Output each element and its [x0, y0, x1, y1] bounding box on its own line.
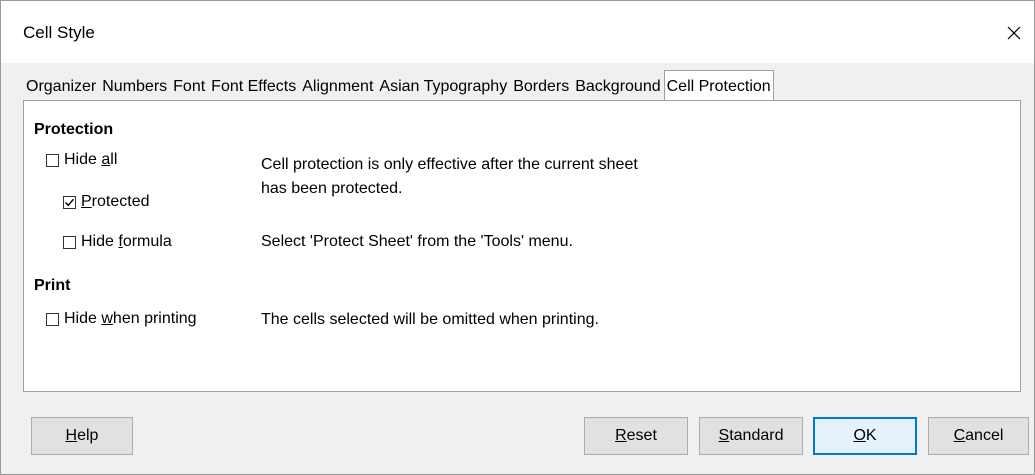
tab-cell-protection[interactable]: Cell Protection [663, 70, 774, 100]
cell-style-dialog: Cell Style Organizer Numbers Font Font E… [0, 0, 1035, 475]
hide-formula-checkbox[interactable]: Hide formula [63, 233, 172, 251]
tab-font[interactable]: Font [170, 72, 208, 100]
tools-note: Select 'Protect Sheet' from the 'Tools' … [261, 233, 573, 250]
cancel-label: Cancel [953, 427, 1004, 444]
protection-note: Cell protection is only effective after … [261, 153, 638, 201]
protected-checkbox[interactable]: Protected [63, 193, 149, 211]
standard-label: Standard [718, 427, 784, 444]
protection-note-line1: Cell protection is only effective after … [261, 156, 638, 173]
cancel-button[interactable]: Cancel [928, 417, 1029, 455]
tab-alignment[interactable]: Alignment [299, 72, 376, 100]
print-note: The cells selected will be omitted when … [261, 311, 599, 328]
protection-heading: Protection [34, 121, 114, 138]
tab-bar: Organizer Numbers Font Font Effects Alig… [23, 70, 774, 100]
hide-all-box[interactable] [46, 153, 59, 167]
tab-numbers[interactable]: Numbers [99, 72, 170, 100]
title-bar: Cell Style [1, 1, 1034, 63]
hide-formula-box[interactable] [63, 235, 76, 249]
protected-box[interactable] [63, 195, 76, 209]
hide-formula-label: Hide formula [81, 233, 172, 250]
hide-all-label: Hide all [64, 151, 118, 168]
hide-when-printing-box[interactable] [46, 312, 59, 326]
tab-borders[interactable]: Borders [510, 72, 572, 100]
hide-when-printing-label: Hide when printing [64, 310, 197, 327]
close-button[interactable] [994, 15, 1034, 51]
protected-label: Protected [81, 193, 150, 210]
print-heading: Print [34, 277, 71, 294]
checkmark-icon [65, 198, 75, 206]
hide-when-printing-checkbox[interactable]: Hide when printing [46, 310, 197, 328]
hide-all-checkbox[interactable]: Hide all [46, 151, 117, 169]
protection-note-line2: has been protected. [261, 180, 403, 197]
tab-asian-typography[interactable]: Asian Typography [376, 72, 510, 100]
tab-background[interactable]: Background [572, 72, 663, 100]
help-button[interactable]: Help [31, 417, 133, 455]
cell-protection-panel: Protection Hide all Protected Hide formu… [23, 100, 1021, 392]
tab-organizer[interactable]: Organizer [23, 72, 99, 100]
close-icon [1007, 26, 1021, 40]
ok-label: OK [853, 427, 877, 444]
reset-button[interactable]: Reset [584, 417, 688, 455]
standard-button[interactable]: Standard [699, 417, 803, 455]
ok-button[interactable]: OK [813, 417, 917, 455]
help-label: Help [65, 427, 99, 444]
reset-label: Reset [615, 427, 657, 444]
dialog-title: Cell Style [23, 23, 95, 42]
tab-font-effects[interactable]: Font Effects [208, 72, 299, 100]
